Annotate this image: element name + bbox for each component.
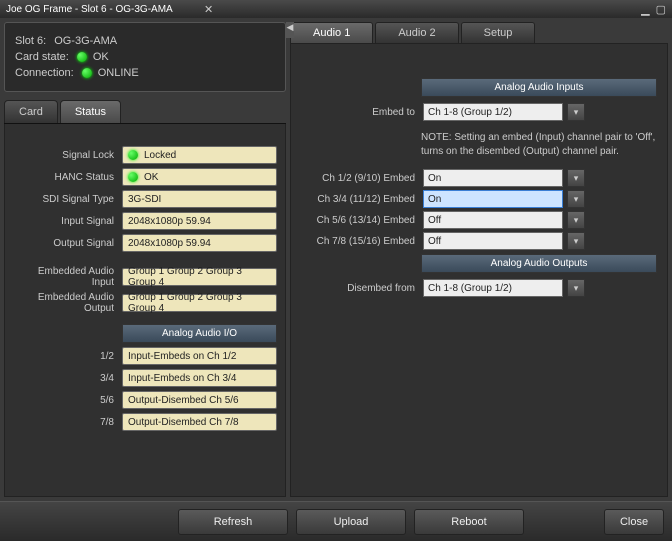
- status-grid: Signal Lock Locked HANC Status OK SDI Si…: [13, 136, 277, 431]
- left-panel: Slot 6: OG-3G-AMA Card state: OK Connect…: [4, 22, 286, 497]
- ch-embed-select[interactable]: Off: [423, 211, 563, 229]
- window-controls: ▁ ▢: [641, 3, 666, 16]
- footer: Refresh Upload Reboot Close: [0, 501, 672, 541]
- left-tabs: Card Status: [4, 100, 286, 124]
- ch-embed-row: Ch 7/8 (15/16) Embed Off ▾: [301, 232, 657, 250]
- ch-embed-label: Ch 7/8 (15/16) Embed: [301, 236, 419, 247]
- slot-label: Slot 6:: [15, 35, 46, 47]
- input-signal-label: Input Signal: [13, 216, 118, 227]
- close-button[interactable]: Close: [604, 509, 664, 535]
- card-info-box: Slot 6: OG-3G-AMA Card state: OK Connect…: [4, 22, 286, 92]
- tab-setup[interactable]: Setup: [461, 22, 536, 43]
- status-led-icon: [82, 68, 92, 78]
- card-state-value: OK: [93, 51, 109, 63]
- ch-embed-select[interactable]: On: [423, 169, 563, 187]
- ch-embed-select[interactable]: Off: [423, 232, 563, 250]
- audio1-panel: Analog Audio Inputs Embed to Ch 1-8 (Gro…: [290, 43, 668, 497]
- embed-to-label: Embed to: [301, 107, 419, 118]
- ch-embed-label: Ch 1/2 (9/10) Embed: [301, 173, 419, 184]
- ch-embed-row: Ch 5/6 (13/14) Embed Off ▾: [301, 211, 657, 229]
- aio-row-label: 3/4: [13, 373, 118, 384]
- sdi-value: 3G-SDI: [122, 190, 277, 208]
- window-title: Joe OG Frame - Slot 6 - OG-3G-AMA: [6, 4, 173, 15]
- output-signal-value: 2048x1080p 59.94: [122, 234, 277, 252]
- right-panel: ◀ Audio 1 Audio 2 Setup Analog Audio Inp…: [290, 22, 668, 497]
- connection-value: ONLINE: [98, 67, 139, 79]
- titlebar: Joe OG Frame - Slot 6 - OG-3G-AMA ✕ ▁ ▢: [0, 0, 672, 18]
- maximize-icon[interactable]: ▢: [656, 3, 666, 16]
- disembed-from-row: Disembed from Ch 1-8 (Group 1/2) ▾: [301, 279, 657, 297]
- aio-row-label: 5/6: [13, 395, 118, 406]
- ch-embed-row: Ch 1/2 (9/10) Embed On ▾: [301, 169, 657, 187]
- aio-row-value: Output-Disembed Ch 5/6: [122, 391, 277, 409]
- status-led-icon: [77, 52, 87, 62]
- tab-card[interactable]: Card: [4, 100, 58, 123]
- minimize-icon[interactable]: ▁: [641, 3, 649, 16]
- hanc-label: HANC Status: [13, 172, 118, 183]
- analog-audio-io-header: Analog Audio I/O: [122, 324, 277, 343]
- input-signal-value: 2048x1080p 59.94: [122, 212, 277, 230]
- disembed-select[interactable]: Ch 1-8 (Group 1/2): [423, 279, 563, 297]
- ch-embed-label: Ch 5/6 (13/14) Embed: [301, 215, 419, 226]
- analog-outputs-header: Analog Audio Outputs: [421, 254, 657, 273]
- chevron-down-icon[interactable]: ▾: [567, 232, 585, 250]
- content: Slot 6: OG-3G-AMA Card state: OK Connect…: [0, 18, 672, 501]
- disembed-label: Disembed from: [301, 283, 419, 294]
- emb-in-value: Group 1 Group 2 Group 3 Group 4: [122, 268, 277, 286]
- status-led-icon: [128, 172, 138, 182]
- chevron-down-icon[interactable]: ▾: [567, 279, 585, 297]
- refresh-button[interactable]: Refresh: [178, 509, 288, 535]
- ch-embed-label: Ch 3/4 (11/12) Embed: [301, 194, 419, 205]
- aio-row-value: Output-Disembed Ch 7/8: [122, 413, 277, 431]
- aio-row-value: Input-Embeds on Ch 1/2: [122, 347, 277, 365]
- connection-label: Connection:: [15, 67, 74, 79]
- aio-row-value: Input-Embeds on Ch 3/4: [122, 369, 277, 387]
- embed-to-row: Embed to Ch 1-8 (Group 1/2) ▾: [301, 103, 657, 121]
- reboot-button[interactable]: Reboot: [414, 509, 524, 535]
- status-panel: Signal Lock Locked HANC Status OK SDI Si…: [4, 124, 286, 497]
- collapse-toggle-icon[interactable]: ◀: [286, 22, 294, 38]
- status-led-icon: [128, 150, 138, 160]
- note-text: NOTE: Setting an embed (Input) channel p…: [421, 131, 657, 159]
- card-state-label: Card state:: [15, 51, 69, 63]
- tab-audio2[interactable]: Audio 2: [375, 22, 458, 43]
- tab-close-icon[interactable]: ✕: [204, 3, 213, 16]
- chevron-down-icon[interactable]: ▾: [567, 211, 585, 229]
- tab-audio1[interactable]: Audio 1: [290, 22, 373, 43]
- signal-lock-value: Locked: [122, 146, 277, 164]
- analog-inputs-header: Analog Audio Inputs: [421, 78, 657, 97]
- tab-status[interactable]: Status: [60, 100, 121, 123]
- chevron-down-icon[interactable]: ▾: [567, 169, 585, 187]
- aio-row-label: 1/2: [13, 351, 118, 362]
- sdi-label: SDI Signal Type: [13, 194, 118, 205]
- right-tabs: Audio 1 Audio 2 Setup: [290, 22, 668, 43]
- output-signal-label: Output Signal: [13, 238, 118, 249]
- ch-embed-select[interactable]: On: [423, 190, 563, 208]
- chevron-down-icon[interactable]: ▾: [567, 103, 585, 121]
- emb-in-label: Embedded Audio Input: [13, 266, 118, 288]
- emb-out-label: Embedded Audio Output: [13, 292, 118, 314]
- emb-out-value: Group 1 Group 2 Group 3 Group 4: [122, 294, 277, 312]
- upload-button[interactable]: Upload: [296, 509, 406, 535]
- app-window: Joe OG Frame - Slot 6 - OG-3G-AMA ✕ ▁ ▢ …: [0, 0, 672, 541]
- chevron-down-icon[interactable]: ▾: [567, 190, 585, 208]
- signal-lock-label: Signal Lock: [13, 150, 118, 161]
- embed-to-select[interactable]: Ch 1-8 (Group 1/2): [423, 103, 563, 121]
- aio-row-label: 7/8: [13, 417, 118, 428]
- hanc-value: OK: [122, 168, 277, 186]
- slot-value: OG-3G-AMA: [54, 35, 117, 47]
- ch-embed-row: Ch 3/4 (11/12) Embed On ▾: [301, 190, 657, 208]
